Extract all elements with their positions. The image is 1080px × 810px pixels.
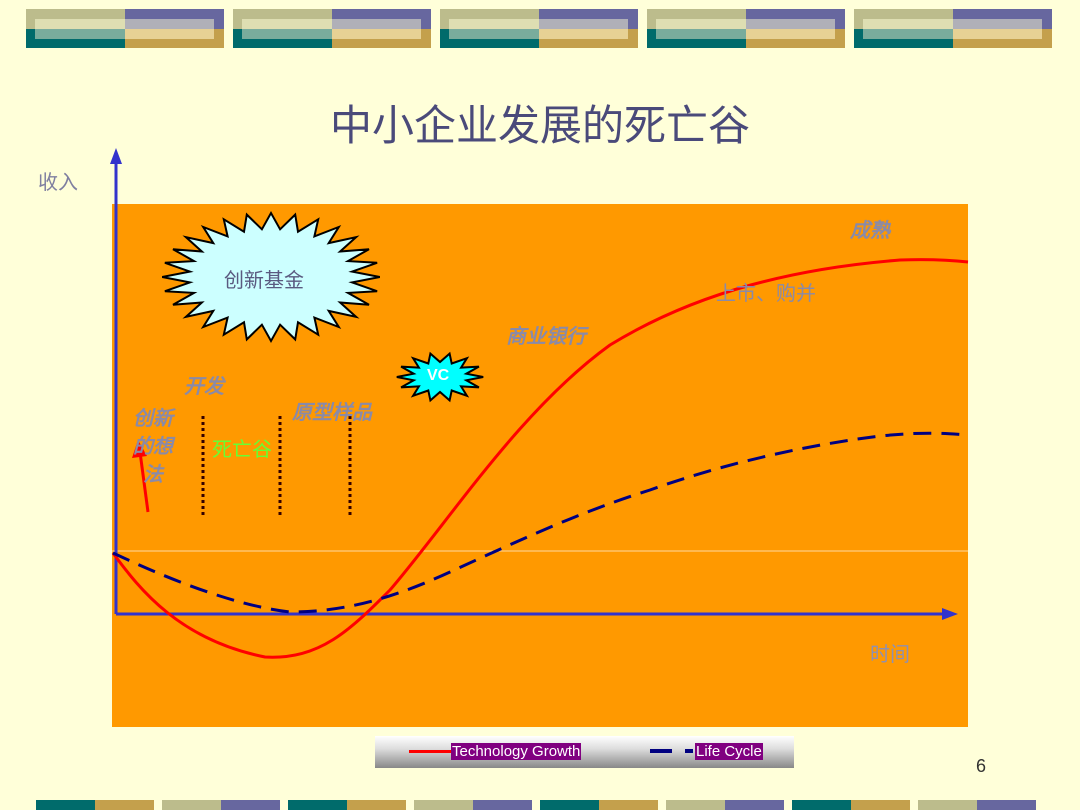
y-axis-arrow	[110, 148, 122, 164]
innovation-idea-label: 创新 的想 法	[128, 404, 178, 488]
legend-dash-icon	[650, 749, 672, 753]
legend-life-cycle: Life Cycle	[695, 743, 763, 760]
legend-red-line-icon	[409, 750, 451, 753]
vc-label: VC	[427, 367, 450, 384]
legend-dash-icon-2	[685, 749, 693, 753]
idea-line-2: 的想	[133, 434, 173, 458]
page-number: 6	[976, 756, 987, 776]
prototype-label: 原型样品	[292, 400, 372, 424]
innovation-fund-label: 创新基金	[224, 268, 304, 292]
mature-label: 成熟	[850, 218, 890, 242]
development-label: 开发	[184, 374, 224, 398]
legend: Technology Growth Life Cycle	[375, 736, 794, 768]
death-valley-label: 死亡谷	[212, 437, 272, 461]
idea-line-3: 法	[143, 462, 163, 486]
idea-line-1: 创新	[133, 406, 173, 430]
y-axis-label: 收入	[38, 170, 78, 194]
commercial-bank-label: 商业银行	[506, 324, 586, 348]
x-axis-label: 时间	[870, 642, 910, 666]
ipo-merger-label: 上市、购并	[716, 281, 816, 305]
legend-technology-growth: Technology Growth	[451, 743, 582, 760]
